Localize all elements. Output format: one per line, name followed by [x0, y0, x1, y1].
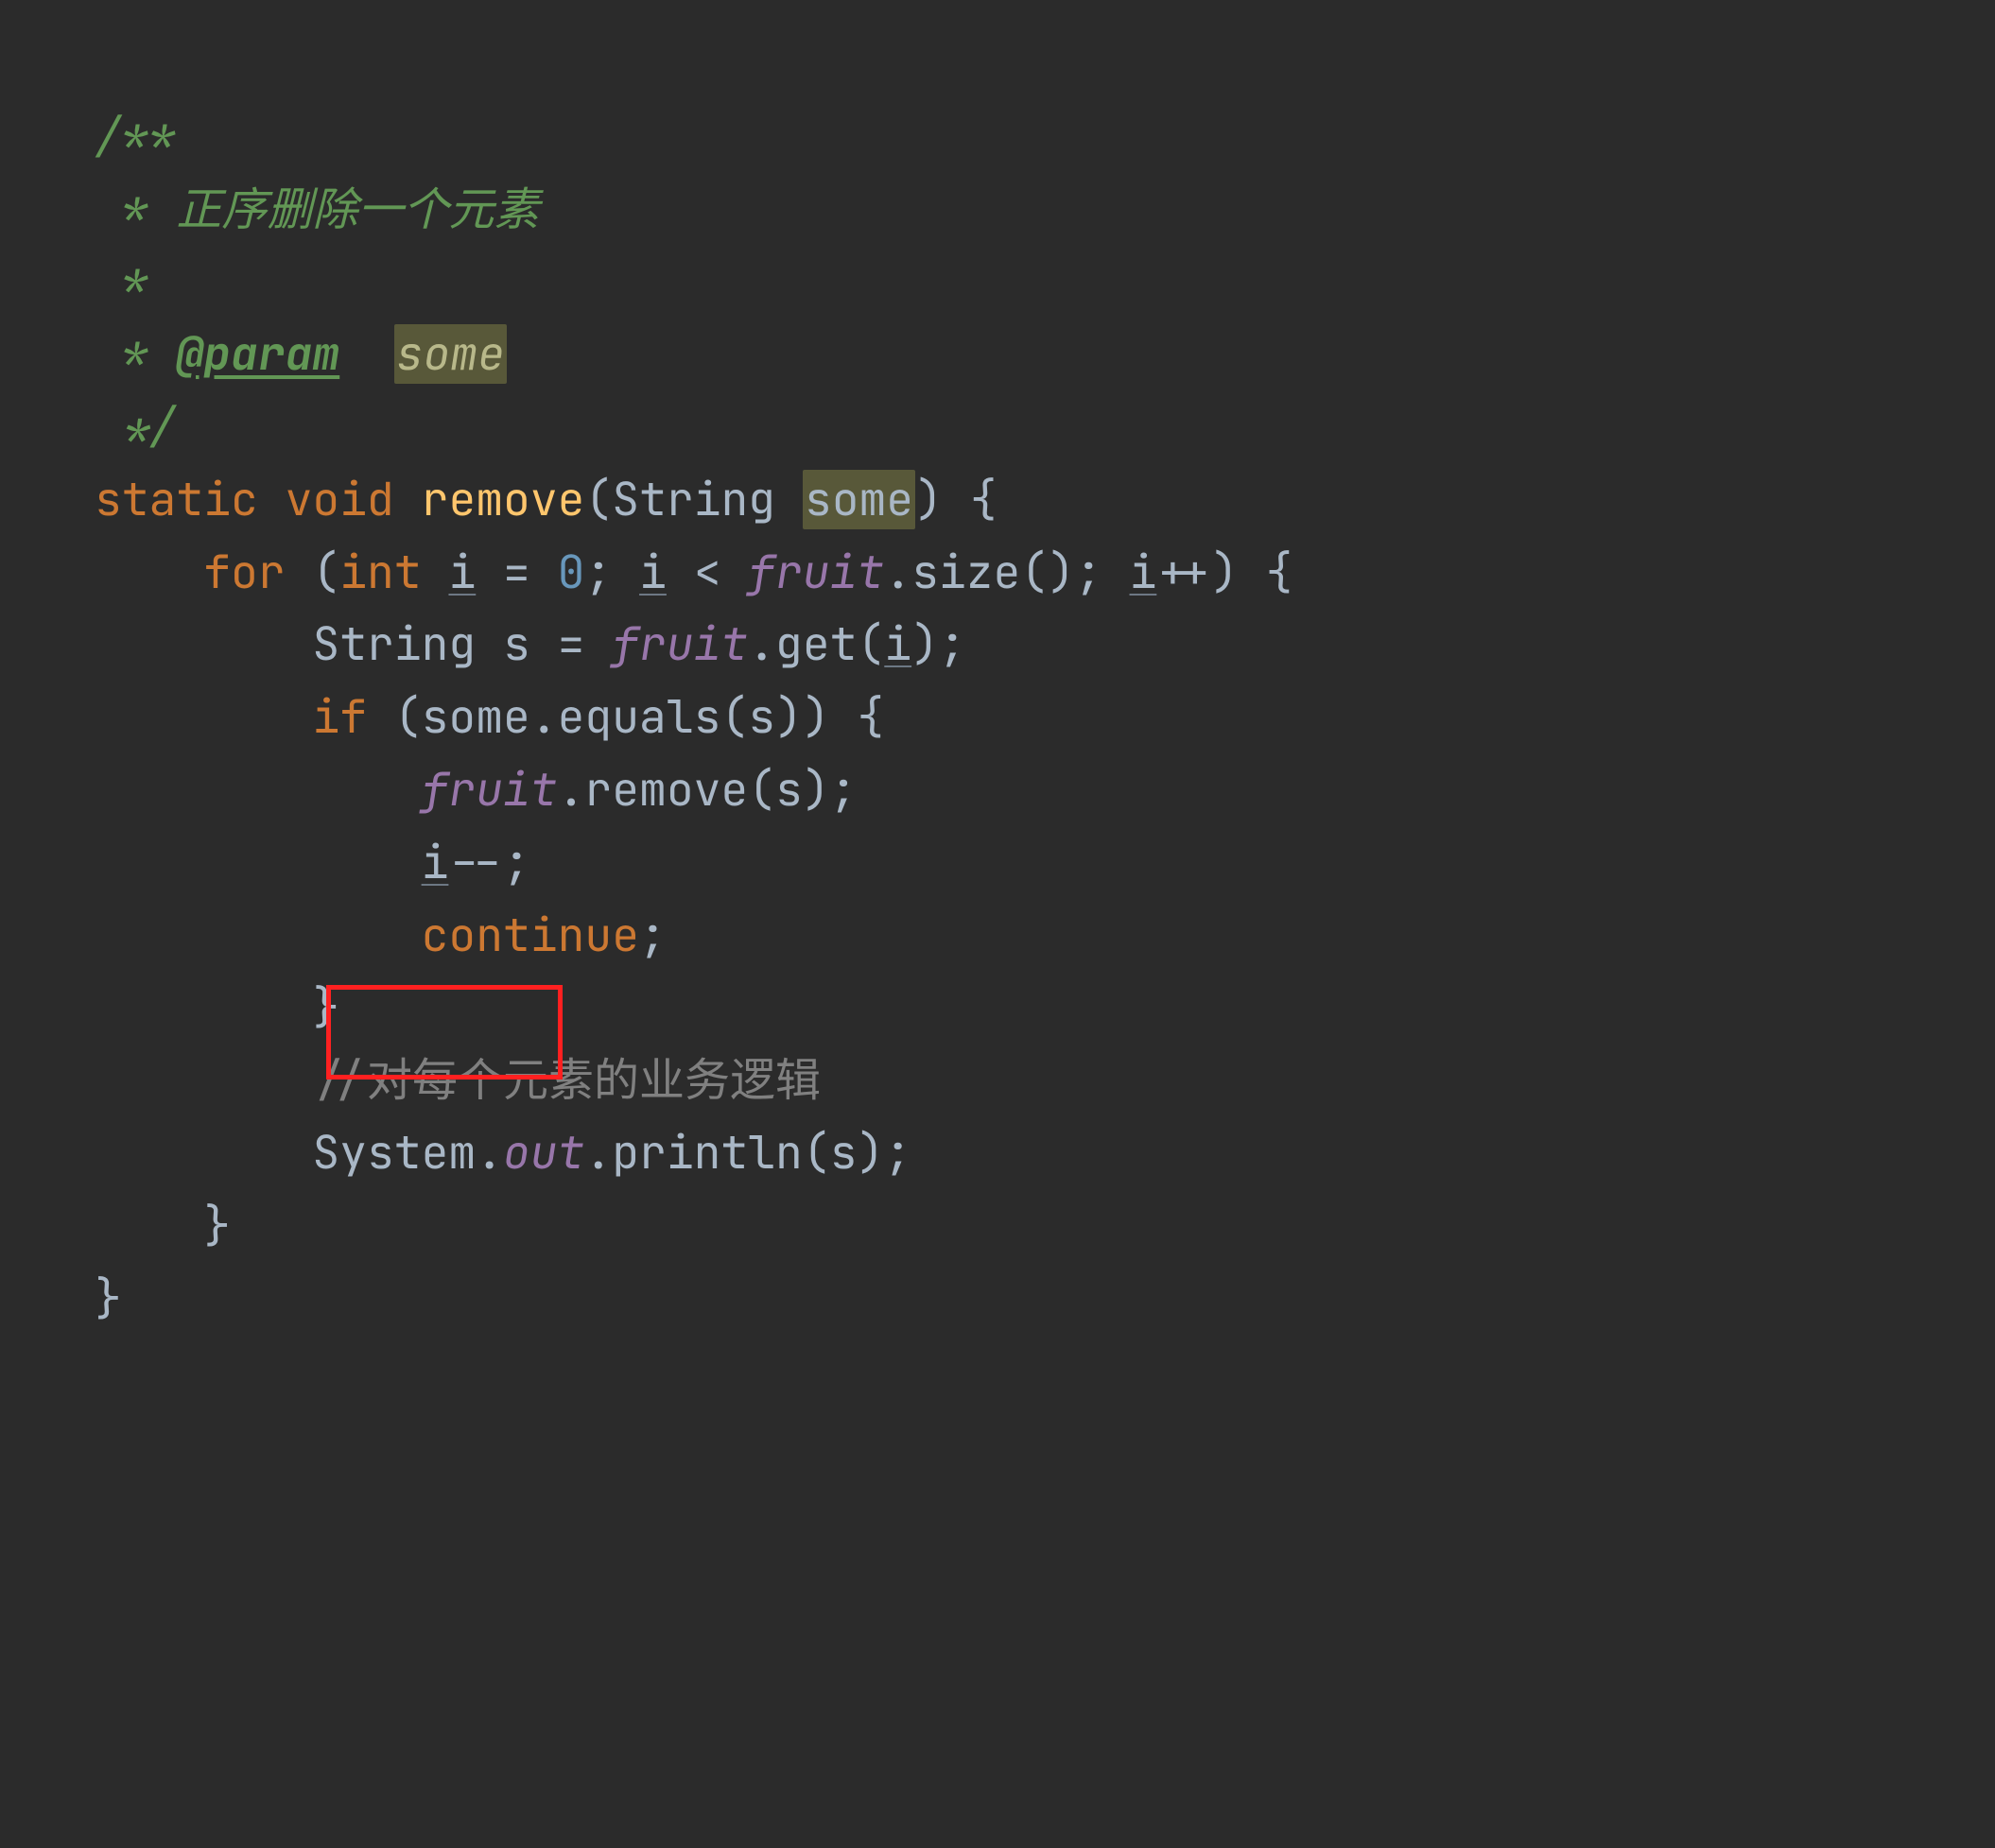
method-name: remove [422, 470, 585, 529]
punct: ++) { [1156, 543, 1292, 602]
punct: ( [286, 543, 340, 602]
punct: ( [584, 470, 612, 529]
field-fruit: fruit [612, 614, 748, 674]
punct: ) { [915, 470, 997, 529]
javadoc-line: * [95, 251, 149, 311]
kw-int: int [339, 543, 421, 602]
punct: s = [476, 614, 612, 674]
code-editor[interactable]: /** * 正序删除一个元素 * * @param some */ static… [0, 0, 1995, 1464]
javadoc-line: * [95, 324, 176, 384]
type-string: String [312, 614, 476, 674]
brace: } [95, 1269, 122, 1328]
var-i: i [422, 833, 449, 892]
indent [95, 687, 312, 747]
javadoc-param-name: some [394, 324, 507, 384]
var-i: i [884, 614, 911, 674]
brace: } [203, 1196, 231, 1255]
punct: ); [911, 614, 966, 674]
indent [95, 760, 422, 820]
field-fruit: fruit [748, 543, 884, 602]
punct: = [476, 543, 557, 602]
num-zero: 0 [558, 543, 585, 602]
kw-if: if [312, 687, 367, 747]
field-fruit: fruit [422, 760, 558, 820]
indent [95, 977, 312, 1037]
javadoc-param-tag: @param [176, 324, 339, 384]
javadoc-open: /** [95, 107, 176, 166]
sys: System. [312, 1123, 503, 1183]
indent [95, 1123, 312, 1183]
indent [95, 1050, 312, 1110]
indent [95, 1196, 203, 1255]
kw-for: for [203, 543, 285, 602]
param-name: some [803, 470, 915, 529]
brace: } [312, 977, 339, 1037]
punct: --; [448, 833, 529, 892]
space [422, 543, 449, 602]
space [339, 324, 394, 384]
var-i: i [1130, 543, 1157, 602]
punct: .get( [748, 614, 884, 674]
javadoc-close: */ [95, 397, 176, 457]
var-i: i [639, 543, 667, 602]
line-comment: //对每个元素的业务逻辑 [312, 1050, 821, 1110]
kw-static: static [95, 470, 258, 529]
indent [95, 906, 422, 965]
punct: ; [639, 906, 667, 965]
var-i: i [448, 543, 476, 602]
punct: ; [584, 543, 639, 602]
type-string: String [612, 470, 775, 529]
kw-continue: continue [422, 906, 639, 965]
punct: .println(s); [584, 1123, 911, 1183]
static-out: out [503, 1123, 584, 1183]
punct: .size(); [884, 543, 1129, 602]
punct: .remove(s); [558, 760, 858, 820]
punct: (some.equals(s)) { [367, 687, 884, 747]
indent [95, 614, 312, 674]
javadoc-line: * 正序删除一个元素 [95, 180, 539, 239]
punct: < [667, 543, 748, 602]
kw-void: void [286, 470, 394, 529]
space [775, 470, 803, 529]
indent [95, 833, 422, 892]
